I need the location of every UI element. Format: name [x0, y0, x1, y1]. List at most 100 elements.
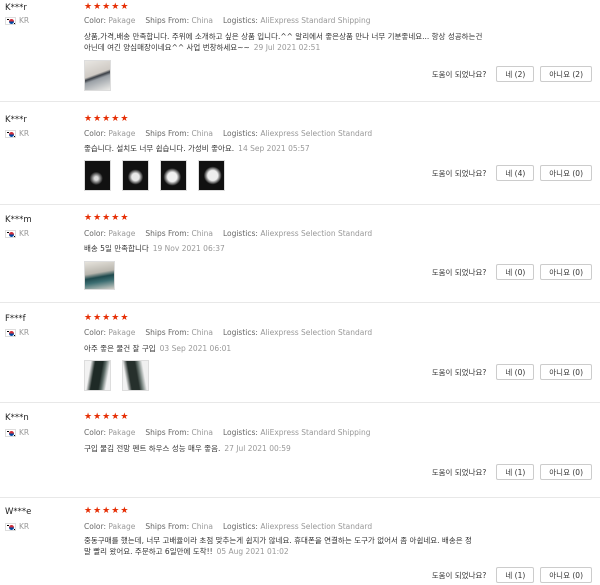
helpful-no-button[interactable]: 아니요 (0): [540, 264, 592, 280]
logistics-label: Logistics:: [222, 129, 258, 138]
review-text: 중동구매를 했는데, 너무 고배율이라 초점 맞추는게 쉽지가 않네요. 휴대폰…: [84, 535, 554, 557]
logistics-value: Aliexpress Selection Standard: [260, 129, 373, 138]
review-text: 좋습니다. 설치도 너무 쉽습니다. 가성비 좋아요. 14 Sep 2021 0…: [84, 143, 554, 154]
helpful-no-button[interactable]: 아니요 (0): [540, 364, 592, 380]
yes-count: (0): [514, 267, 526, 277]
logistics-label: Logistics:: [222, 428, 258, 437]
helpful-yes-button[interactable]: 네 (1): [496, 567, 535, 583]
color-label: Color:: [84, 428, 106, 437]
yes-label: 네: [505, 467, 513, 477]
ships-from-value: China: [191, 129, 213, 138]
yes-count: (4): [514, 168, 526, 178]
star-icon: ★: [120, 506, 129, 516]
country-code: KR: [19, 229, 30, 238]
review-photo[interactable]: [160, 160, 187, 191]
review-photo[interactable]: [122, 160, 149, 191]
helpful-no-button[interactable]: 아니요 (0): [540, 567, 592, 583]
review-meta: Color: Pakage Ships From: China Logistic…: [84, 328, 372, 337]
review-meta: Color: Pakage Ships From: China Logistic…: [84, 428, 371, 437]
star-icon: ★: [102, 114, 111, 124]
star-icon: ★: [93, 313, 102, 323]
helpful-vote: 도움이 되었나요? 네 (0) 아니요 (0): [432, 364, 592, 380]
review-item: K***m KR ★ ★ ★ ★ ★ Color: Pakage Ships From:…: [0, 205, 600, 303]
ships-from-value: China: [191, 16, 213, 25]
star-icon: ★: [111, 313, 120, 323]
color-value: Pakage: [108, 328, 136, 337]
review-date: 14 Sep 2021 05:57: [238, 144, 310, 153]
yes-label: 네: [505, 69, 513, 79]
review-text-line: 중동구매를 했는데, 너무 고배율이라 초점 맞추는게 쉽지가 않네요. 휴대폰…: [84, 536, 472, 545]
helpful-question: 도움이 되었나요?: [431, 570, 487, 580]
ships-from-value: China: [191, 428, 213, 437]
logistics-value: Aliexpress Selection Standard: [260, 229, 373, 238]
star-rating: ★ ★ ★ ★ ★: [84, 507, 128, 516]
review-date: 27 Jul 2021 00:59: [224, 444, 291, 453]
review-photo[interactable]: [84, 261, 115, 290]
ships-from-value: China: [191, 522, 213, 531]
yes-count: (2): [514, 69, 526, 79]
star-icon: ★: [120, 412, 129, 422]
review-text-line: 아주 좋은 물건 잘 구입: [84, 344, 156, 353]
helpful-no-button[interactable]: 아니요 (0): [540, 165, 592, 181]
korea-flag-icon: [5, 328, 16, 337]
helpful-no-button[interactable]: 아니요 (0): [540, 464, 592, 480]
star-rating: ★ ★ ★ ★ ★: [84, 3, 128, 12]
star-icon: ★: [102, 412, 111, 422]
review-text-line: 상품,가격,배송 만족합니다. 주위에 소개하고 싶은 상품 입니다.^^ 알리…: [84, 32, 483, 41]
review-date: 19 Nov 2021 06:37: [152, 244, 225, 253]
yes-label: 네: [505, 267, 513, 277]
helpful-yes-button[interactable]: 네 (0): [496, 364, 535, 380]
yes-label: 네: [505, 367, 513, 377]
no-count: (2): [572, 69, 583, 79]
helpful-yes-button[interactable]: 네 (0): [496, 264, 535, 280]
country-code: KR: [19, 428, 30, 437]
color-label: Color:: [84, 522, 106, 531]
review-item: K***n KR ★ ★ ★ ★ ★ Color: Pakage Ships From:…: [0, 403, 600, 498]
review-photos: [84, 60, 111, 91]
review-text-line: 말 빨리 왔어요. 주문하고 6일만에 도착!!: [84, 547, 213, 556]
reviewer-country: KR: [5, 428, 29, 437]
review-photos: [84, 360, 149, 391]
helpful-question: 도움이 되었나요?: [431, 467, 487, 477]
helpful-vote: 도움이 되었나요? 네 (0) 아니요 (0): [432, 264, 592, 280]
no-label: 아니요: [549, 69, 570, 79]
review-photo[interactable]: [198, 160, 225, 191]
star-rating: ★ ★ ★ ★ ★: [84, 314, 128, 323]
yes-label: 네: [505, 168, 513, 178]
reviewer-country: KR: [5, 16, 29, 25]
review-item: W***e KR ★ ★ ★ ★ ★ Color: Pakage Ships From:…: [0, 498, 600, 585]
star-icon: ★: [93, 506, 102, 516]
korea-flag-icon: [5, 522, 16, 531]
star-icon: ★: [84, 114, 93, 124]
country-code: KR: [19, 328, 30, 337]
star-rating: ★ ★ ★ ★ ★: [84, 413, 128, 422]
review-meta: Color: Pakage Ships From: China Logistic…: [84, 129, 372, 138]
star-rating: ★ ★ ★ ★ ★: [84, 214, 128, 223]
helpful-vote: 도움이 되었나요? 네 (1) 아니요 (0): [432, 567, 592, 583]
review-text: 배송 5일 만족합니다 19 Nov 2021 06:37: [84, 243, 554, 254]
helpful-yes-button[interactable]: 네 (1): [496, 464, 535, 480]
review-photo[interactable]: [84, 160, 111, 191]
review-date: 29 Jul 2021 02:51: [253, 43, 321, 52]
review-meta: Color: Pakage Ships From: China Logistic…: [84, 522, 372, 531]
review-text: 아주 좋은 물건 잘 구입 03 Sep 2021 06:01: [84, 343, 554, 354]
reviewer-name: F***f: [5, 314, 26, 324]
korea-flag-icon: [5, 229, 16, 238]
helpful-no-button[interactable]: 아니요 (2): [540, 66, 592, 82]
star-icon: ★: [93, 412, 102, 422]
color-value: Pakage: [108, 129, 136, 138]
review-photo[interactable]: [122, 360, 149, 391]
yes-count: (1): [514, 570, 526, 580]
ships-from-label: Ships From:: [145, 16, 190, 25]
helpful-yes-button[interactable]: 네 (2): [496, 66, 535, 82]
helpful-yes-button[interactable]: 네 (4): [496, 165, 535, 181]
review-photo[interactable]: [84, 60, 111, 91]
reviewer-country: KR: [5, 129, 29, 138]
helpful-question: 도움이 되었나요?: [431, 267, 487, 277]
korea-flag-icon: [5, 16, 16, 25]
reviewer-name: K***r: [5, 3, 27, 13]
star-icon: ★: [93, 2, 102, 12]
star-icon: ★: [111, 114, 120, 124]
no-label: 아니요: [549, 467, 570, 477]
review-photo[interactable]: [84, 360, 111, 391]
